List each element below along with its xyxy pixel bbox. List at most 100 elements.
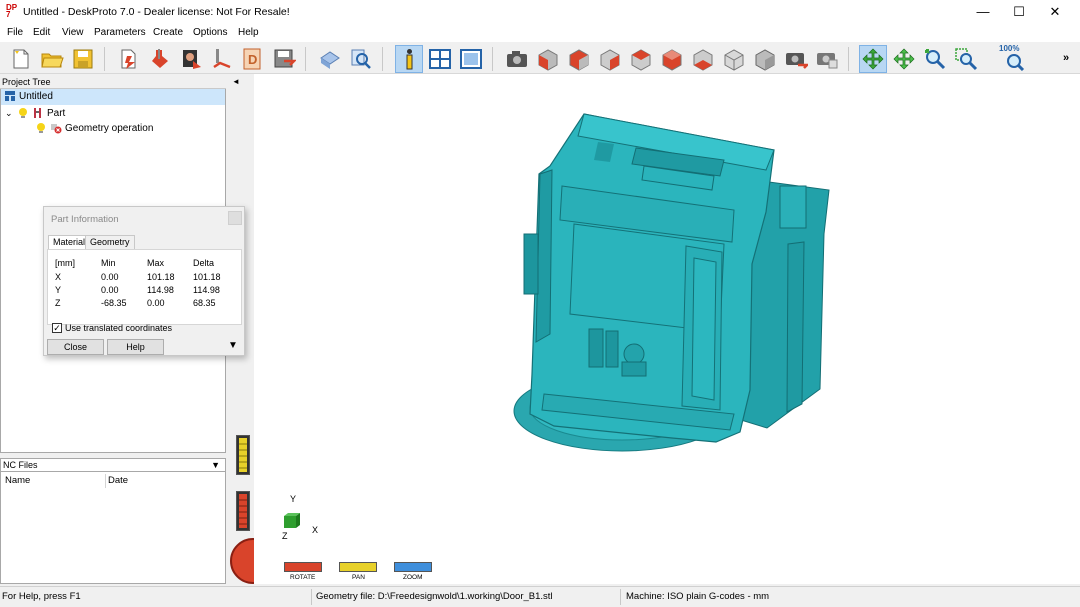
save-project-icon[interactable] — [69, 45, 97, 73]
tree-item-part-label: Part — [47, 108, 66, 119]
table-cell: 0.00 — [101, 285, 119, 295]
operation-error-icon — [51, 124, 62, 134]
translated-coordinates-checkbox[interactable]: ✓ Use translated coordinates — [52, 323, 172, 333]
tab-material[interactable]: Material — [48, 235, 91, 249]
part-wizard-icon[interactable] — [115, 45, 143, 73]
expand-chevron-icon[interactable]: ⌄ — [5, 105, 17, 121]
close-button[interactable]: Close — [47, 339, 104, 355]
pan-control[interactable] — [339, 562, 377, 572]
tree-item-project-label: Untitled — [19, 91, 53, 102]
lightbulb-icon[interactable] — [35, 122, 47, 134]
new-project-icon[interactable] — [7, 45, 35, 73]
table-cell: 0.00 — [101, 272, 119, 282]
project-icon — [5, 91, 15, 102]
copy-view-icon[interactable] — [813, 45, 841, 73]
view-iso2-icon[interactable] — [751, 45, 779, 73]
table-cell: 101.18 — [193, 272, 221, 282]
checkbox-check-icon[interactable]: ✓ — [52, 323, 62, 333]
table-header: Max — [147, 258, 165, 268]
pan-control-label: PAN — [352, 574, 365, 581]
minimize-button[interactable]: — — [965, 0, 1001, 24]
table-cell: 101.18 — [147, 272, 175, 282]
tree-item-part[interactable]: ⌄ Part — [5, 105, 65, 121]
status-bar: For Help, press F1 Geometry file: D:\Fre… — [0, 586, 1080, 607]
zoom-window-icon[interactable] — [952, 45, 980, 73]
window-title: Untitled - DeskProto 7.0 - Dealer licens… — [23, 6, 290, 18]
layout-icon[interactable] — [457, 45, 485, 73]
part-information-dialog: Part Information Material Geometry [mm] … — [43, 206, 245, 356]
status-geometry-file: Geometry file: D:\Freedesignwold\1.worki… — [316, 591, 553, 602]
table-cell: Z — [55, 298, 61, 308]
view-iso-icon[interactable] — [720, 45, 748, 73]
camera-view-icon[interactable] — [503, 45, 531, 73]
menu-parameters[interactable]: Parameters — [94, 27, 146, 38]
help-button[interactable]: Help — [107, 339, 164, 355]
tree-item-operation-label: Geometry operation — [65, 123, 154, 134]
vertical-rotate-dial[interactable] — [236, 491, 250, 531]
nc-files-header[interactable]: NC Files ▼ — [0, 458, 226, 472]
title-bar: DP 7 Untitled - DeskProto 7.0 - Dealer li… — [0, 0, 1080, 24]
project-tree-header: Project Tree — [0, 77, 226, 89]
lightbulb-icon[interactable] — [17, 107, 29, 119]
tree-item-project[interactable]: Untitled — [1, 89, 225, 105]
rotate-control-label: ROTATE — [290, 574, 316, 581]
expand-arrow-icon[interactable]: ▼ — [228, 340, 238, 351]
drawing-icon[interactable]: D — [239, 45, 267, 73]
maximize-button[interactable]: ☐ — [1001, 0, 1037, 24]
axis-label-y: Y — [290, 494, 297, 504]
table-cell: 114.98 — [193, 285, 220, 295]
toolbar-overflow-icon[interactable]: » — [1063, 52, 1069, 64]
view-back-icon[interactable] — [565, 45, 593, 73]
rotate-control[interactable] — [284, 562, 322, 572]
collapse-panel-arrow-icon[interactable]: ◄ — [232, 77, 240, 86]
save-as-icon[interactable] — [270, 45, 298, 73]
table-cell: 114.98 — [147, 285, 174, 295]
table-header: [mm] — [55, 258, 75, 268]
view-top-icon[interactable] — [658, 45, 686, 73]
menu-view[interactable]: View — [62, 27, 84, 38]
vertical-pan-dial[interactable] — [236, 435, 250, 475]
bitmap-wizard-icon[interactable] — [177, 45, 205, 73]
rotate-tool-icon[interactable] — [859, 45, 887, 73]
view-right-icon[interactable] — [627, 45, 655, 73]
nc-files-list[interactable]: Name Date — [0, 472, 226, 584]
status-help-text: For Help, press F1 — [2, 591, 81, 602]
table-cell: Y — [55, 285, 62, 295]
table-cell: 0.00 — [147, 298, 165, 308]
operation-wizard-icon[interactable] — [146, 45, 174, 73]
part-icon[interactable] — [316, 45, 344, 73]
table-cell: X — [55, 272, 62, 282]
info-icon[interactable] — [395, 45, 423, 73]
view-bottom-icon[interactable] — [689, 45, 717, 73]
tree-item-operation[interactable]: Geometry operation — [35, 121, 153, 137]
close-window-button[interactable]: ✕ — [1037, 0, 1073, 24]
view-front-icon[interactable] — [534, 45, 562, 73]
snapshot-icon[interactable] — [782, 45, 810, 73]
column-header-name[interactable]: Name — [5, 475, 30, 486]
checkbox-label: Use translated coordinates — [65, 323, 173, 333]
menu-edit[interactable]: Edit — [33, 27, 50, 38]
menu-create[interactable]: Create — [153, 27, 183, 38]
tab-geometry[interactable]: Geometry — [85, 235, 135, 249]
zoom-tool-icon[interactable] — [921, 45, 949, 73]
toolpath-wizard-icon[interactable] — [208, 45, 236, 73]
3d-viewport[interactable]: Y X Z ROTATE PAN ZOOM — [254, 74, 1080, 584]
inspect-icon[interactable] — [347, 45, 375, 73]
dropdown-arrow-icon[interactable]: ▼ — [211, 459, 220, 471]
menu-options[interactable]: Options — [193, 27, 227, 38]
door-model — [513, 113, 830, 452]
part-wrench-icon — [34, 108, 41, 119]
open-project-icon[interactable] — [38, 45, 66, 73]
menu-file[interactable]: File — [7, 27, 23, 38]
window-split-icon[interactable] — [426, 45, 454, 73]
nc-files-title: NC Files — [3, 460, 38, 470]
column-header-date[interactable]: Date — [108, 475, 128, 486]
menu-help[interactable]: Help — [238, 27, 259, 38]
svg-text:D: D — [248, 52, 257, 67]
axis-label-x: X — [312, 525, 319, 535]
pan-tool-icon[interactable] — [890, 45, 918, 73]
table-header: Delta — [193, 258, 215, 268]
zoom-control[interactable] — [394, 562, 432, 572]
dialog-close-icon[interactable] — [228, 211, 242, 225]
view-left-icon[interactable] — [596, 45, 624, 73]
